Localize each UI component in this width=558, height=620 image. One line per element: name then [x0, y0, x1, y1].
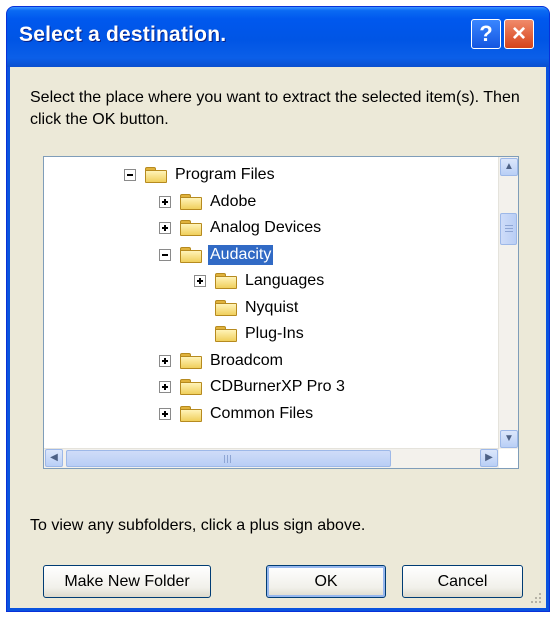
instructions-text: Select the place where you want to extra… [30, 89, 520, 128]
folder-icon [180, 193, 202, 210]
folder-icon [180, 405, 202, 422]
title-bar[interactable]: Select a destination. ? × [7, 7, 549, 67]
folder-icon [145, 167, 167, 183]
horizontal-scrollbar[interactable]: ◀ ▶ [44, 448, 499, 468]
expand-plus-icon[interactable] [159, 195, 171, 208]
folder-icon [215, 273, 237, 289]
no-expander [194, 302, 206, 314]
resize-grip[interactable] [530, 592, 542, 604]
close-button[interactable]: × [504, 19, 534, 49]
tree-item-label: Broadcom [210, 351, 283, 369]
expand-plus-icon[interactable] [159, 381, 171, 393]
tree-item-label: Plug-Ins [245, 325, 304, 342]
expand-plus-icon[interactable] [159, 354, 171, 367]
tree-item-label: Adobe [210, 192, 257, 210]
folder-icon [215, 299, 237, 316]
tree-item[interactable]: Adobe [159, 189, 258, 215]
tree-item-label: Analog Devices [210, 219, 322, 236]
vertical-scroll-thumb[interactable] [500, 213, 517, 245]
ok-button[interactable]: OK [266, 565, 386, 598]
tree-item[interactable]: Languages [194, 268, 326, 294]
tree-item-label: Languages [245, 272, 325, 289]
tree-item[interactable]: Analog Devices [159, 215, 323, 241]
collapse-minus-icon[interactable] [124, 169, 136, 181]
folder-icon [180, 246, 202, 263]
help-button[interactable]: ? [471, 19, 501, 49]
collapse-minus-icon[interactable] [159, 248, 171, 261]
tree-item-label: Audacity [206, 243, 275, 266]
tree-item[interactable]: Broadcom [159, 348, 285, 374]
no-expander [194, 328, 206, 340]
scroll-right-button[interactable]: ▶ [480, 449, 498, 467]
expand-plus-icon[interactable] [159, 407, 171, 420]
expand-plus-icon[interactable] [159, 222, 171, 234]
folder-icon [180, 220, 202, 236]
folder-icon [180, 379, 202, 395]
horizontal-scroll-thumb[interactable] [66, 450, 391, 467]
make-new-folder-button[interactable]: Make New Folder [43, 565, 211, 598]
tree-item[interactable]: Common Files [159, 401, 315, 427]
dialog-window: Select a destination. ? × Select the pla… [6, 6, 550, 612]
tree-item[interactable]: CDBurnerXP Pro 3 [159, 374, 347, 400]
scroll-left-button[interactable]: ◀ [45, 449, 63, 467]
scroll-up-button[interactable]: ▲ [500, 158, 518, 176]
cancel-button[interactable]: Cancel [402, 565, 523, 598]
folder-tree[interactable]: Program Files Adobe Analog Devices Audacity… [43, 156, 519, 469]
scroll-down-button[interactable]: ▼ [500, 430, 518, 448]
tree-item-label: CDBurnerXP Pro 3 [210, 378, 345, 395]
vertical-scrollbar[interactable]: ▲ ▼ [498, 157, 518, 449]
dialog-client-area: Select the place where you want to extra… [10, 67, 546, 608]
tree-item[interactable]: Nyquist [194, 295, 300, 321]
tree-item-label: Common Files [210, 404, 314, 422]
folder-icon [180, 352, 202, 369]
tree-item[interactable]: Audacity [159, 242, 275, 268]
subfolder-hint-text: To view any subfolders, click a plus sig… [30, 517, 366, 534]
tree-item-label: Program Files [175, 166, 275, 183]
expand-plus-icon[interactable] [194, 275, 206, 287]
tree-item[interactable]: Plug-Ins [194, 321, 306, 347]
dialog-title: Select a destination. [19, 23, 227, 46]
tree-item-label: Nyquist [245, 298, 299, 316]
tree-item[interactable]: Program Files [124, 162, 277, 188]
folder-icon [215, 326, 237, 342]
